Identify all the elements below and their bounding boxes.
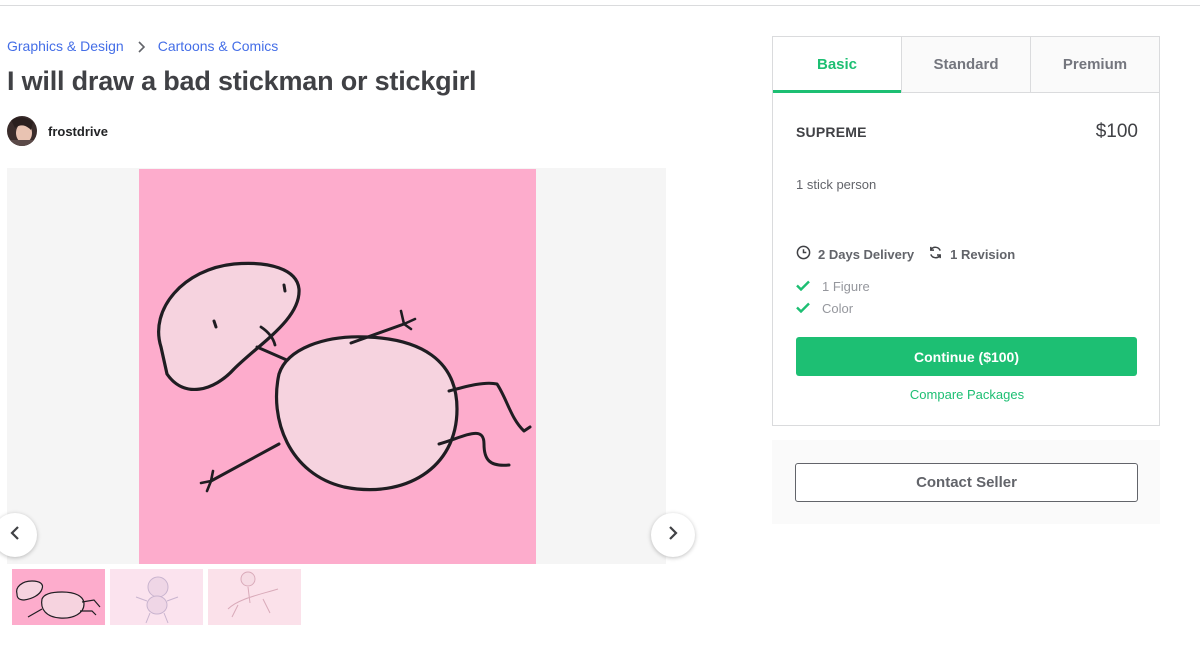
clock-icon — [796, 245, 818, 263]
tab-standard[interactable]: Standard — [901, 37, 1030, 92]
chevron-left-icon — [10, 525, 20, 545]
breadcrumb-link-subcategory[interactable]: Cartoons & Comics — [158, 38, 279, 54]
feature-item: Color — [796, 297, 870, 319]
gallery-thumbnail[interactable] — [110, 569, 203, 625]
package-header: SUPREME $100 — [796, 121, 1138, 143]
feature-item: 1 Figure — [796, 275, 870, 297]
feature-label: 1 Figure — [822, 278, 870, 294]
contact-seller-button[interactable]: Contact Seller — [795, 463, 1138, 502]
seller-name-link[interactable]: frostdrive — [48, 124, 108, 139]
header-divider — [0, 5, 1200, 6]
package-tabs: Basic Standard Premium — [773, 37, 1159, 93]
chevron-right-icon — [124, 38, 158, 54]
seller-avatar[interactable] — [7, 116, 37, 146]
gig-title: I will draw a bad stickman or stickgirl — [7, 66, 477, 96]
package-panel: Basic Standard Premium SUPREME $100 1 st… — [772, 36, 1160, 426]
compare-packages-link[interactable]: Compare Packages — [773, 387, 1161, 402]
refresh-icon — [928, 245, 950, 263]
contact-seller-box: Contact Seller — [772, 440, 1160, 524]
gallery-main-image[interactable] — [139, 169, 536, 564]
continue-button[interactable]: Continue ($100) — [796, 337, 1137, 376]
tab-premium[interactable]: Premium — [1030, 37, 1159, 92]
gallery-next-button[interactable] — [651, 513, 695, 557]
gallery-thumbnails — [12, 569, 301, 625]
package-price: $100 — [1095, 121, 1138, 142]
gallery-thumbnail[interactable] — [208, 569, 301, 625]
check-icon — [796, 301, 822, 316]
package-description: 1 stick person — [796, 177, 877, 192]
delivery-info: 2 Days Delivery — [796, 245, 914, 263]
chevron-right-icon — [668, 525, 678, 545]
check-icon — [796, 279, 822, 294]
revision-label: 1 Revision — [950, 246, 1016, 262]
package-meta: 2 Days Delivery 1 Revision — [796, 245, 1029, 263]
gig-gallery — [0, 168, 695, 564]
gallery-thumbnail[interactable] — [12, 569, 105, 625]
revision-info: 1 Revision — [928, 245, 1015, 263]
seller-overview: frostdrive — [7, 116, 108, 146]
breadcrumb-link-category[interactable]: Graphics & Design — [7, 38, 124, 54]
feature-label: Color — [822, 300, 854, 316]
package-features: 1 Figure Color — [796, 275, 870, 319]
breadcrumb: Graphics & Design Cartoons & Comics — [7, 38, 278, 54]
package-name: SUPREME — [796, 124, 867, 140]
tab-basic[interactable]: Basic — [773, 37, 901, 93]
gallery-prev-button[interactable] — [0, 513, 37, 557]
delivery-label: 2 Days Delivery — [818, 246, 915, 262]
